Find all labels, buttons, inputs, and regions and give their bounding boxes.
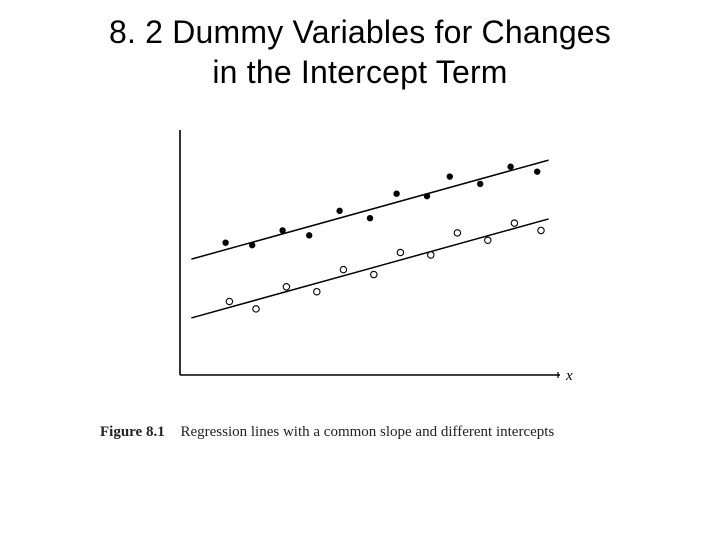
- data-point: [424, 193, 430, 199]
- data-point: [314, 289, 320, 295]
- chart-svg: x: [140, 110, 580, 410]
- plot-area: [191, 160, 548, 318]
- data-point: [367, 215, 373, 221]
- data-point: [249, 242, 255, 248]
- x-axis-label: x: [565, 368, 573, 384]
- figure-caption: Figure 8.1 Regression lines with a commo…: [90, 424, 630, 441]
- data-point: [454, 230, 460, 236]
- data-point: [538, 227, 544, 233]
- data-point: [222, 240, 228, 246]
- regression-figure: x: [140, 110, 580, 410]
- slide: 8. 2 Dummy Variables for Changes in the …: [0, 0, 720, 540]
- title-line-2: in the Intercept Term: [212, 54, 507, 90]
- data-point: [371, 271, 377, 277]
- data-point: [447, 173, 453, 179]
- data-point: [477, 181, 483, 187]
- data-point: [336, 208, 342, 214]
- data-point: [397, 249, 403, 255]
- data-point: [534, 168, 540, 174]
- data-point: [226, 298, 232, 304]
- lower-line: [191, 219, 548, 318]
- title-line-1: 8. 2 Dummy Variables for Changes: [109, 14, 611, 50]
- figure-container: x Figure 8.1 Regression lines with a com…: [0, 110, 720, 441]
- data-point: [507, 164, 513, 170]
- data-point: [253, 306, 259, 312]
- upper-line: [191, 160, 548, 259]
- figure-label: Figure 8.1: [100, 424, 165, 440]
- data-point: [485, 237, 491, 243]
- data-point: [511, 220, 517, 226]
- data-point: [340, 266, 346, 272]
- data-point: [283, 284, 289, 290]
- page-title: 8. 2 Dummy Variables for Changes in the …: [0, 12, 720, 92]
- data-point: [393, 191, 399, 197]
- figure-caption-text: Regression lines with a common slope and…: [180, 424, 554, 440]
- data-point: [306, 232, 312, 238]
- data-point: [428, 252, 434, 258]
- data-point: [279, 227, 285, 233]
